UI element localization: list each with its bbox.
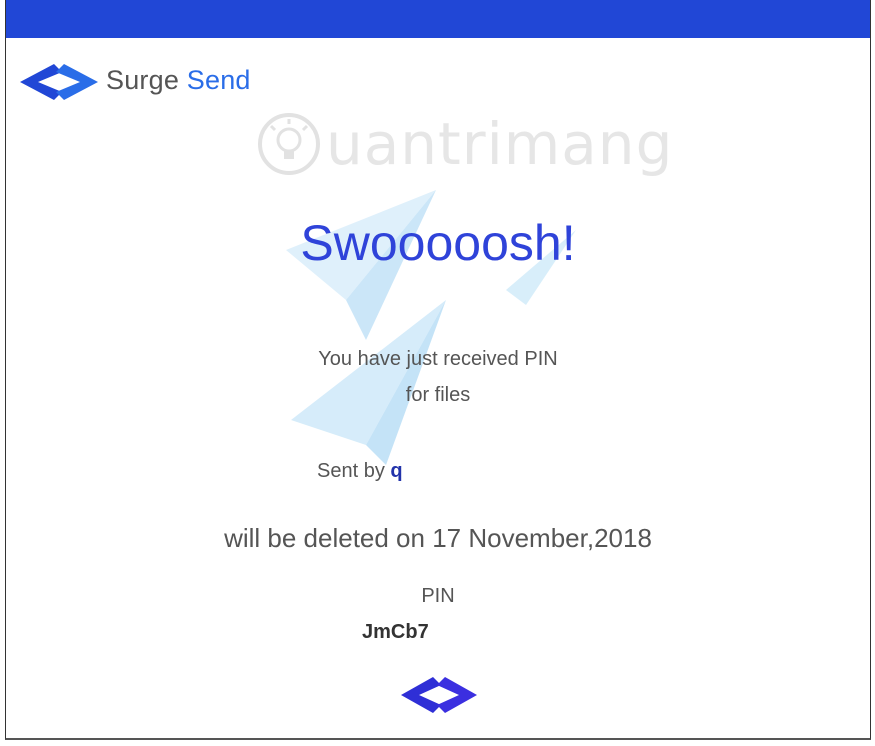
message-line-1: You have just received PIN	[318, 348, 558, 370]
email-body: Surge Send uantrimang Swooooosh! You hav…	[5, 0, 871, 740]
sent-by: Sent by q	[317, 460, 403, 483]
watermark-text: uantrimang	[326, 110, 674, 178]
pin-value[interactable]: JmCb7	[362, 621, 429, 644]
headline: Swooooosh!	[300, 215, 576, 271]
pin-label: PIN	[421, 585, 455, 607]
sent-by-label: Sent by	[317, 460, 385, 482]
logo-word-send: Send	[186, 64, 251, 95]
lightbulb-icon	[258, 113, 320, 175]
expiry-notice: will be deleted on 17 November,2018	[224, 523, 652, 553]
watermark: uantrimang	[256, 110, 673, 178]
surge-send-logo[interactable]: Surge Send	[18, 60, 251, 100]
logo-word-surge: Surge	[106, 64, 180, 95]
top-bar	[6, 0, 870, 38]
message-line-2: for files	[405, 384, 471, 406]
surge-send-arrows-icon	[401, 677, 477, 713]
surge-send-arrows-icon	[20, 64, 98, 100]
sender-name: q	[390, 460, 403, 482]
